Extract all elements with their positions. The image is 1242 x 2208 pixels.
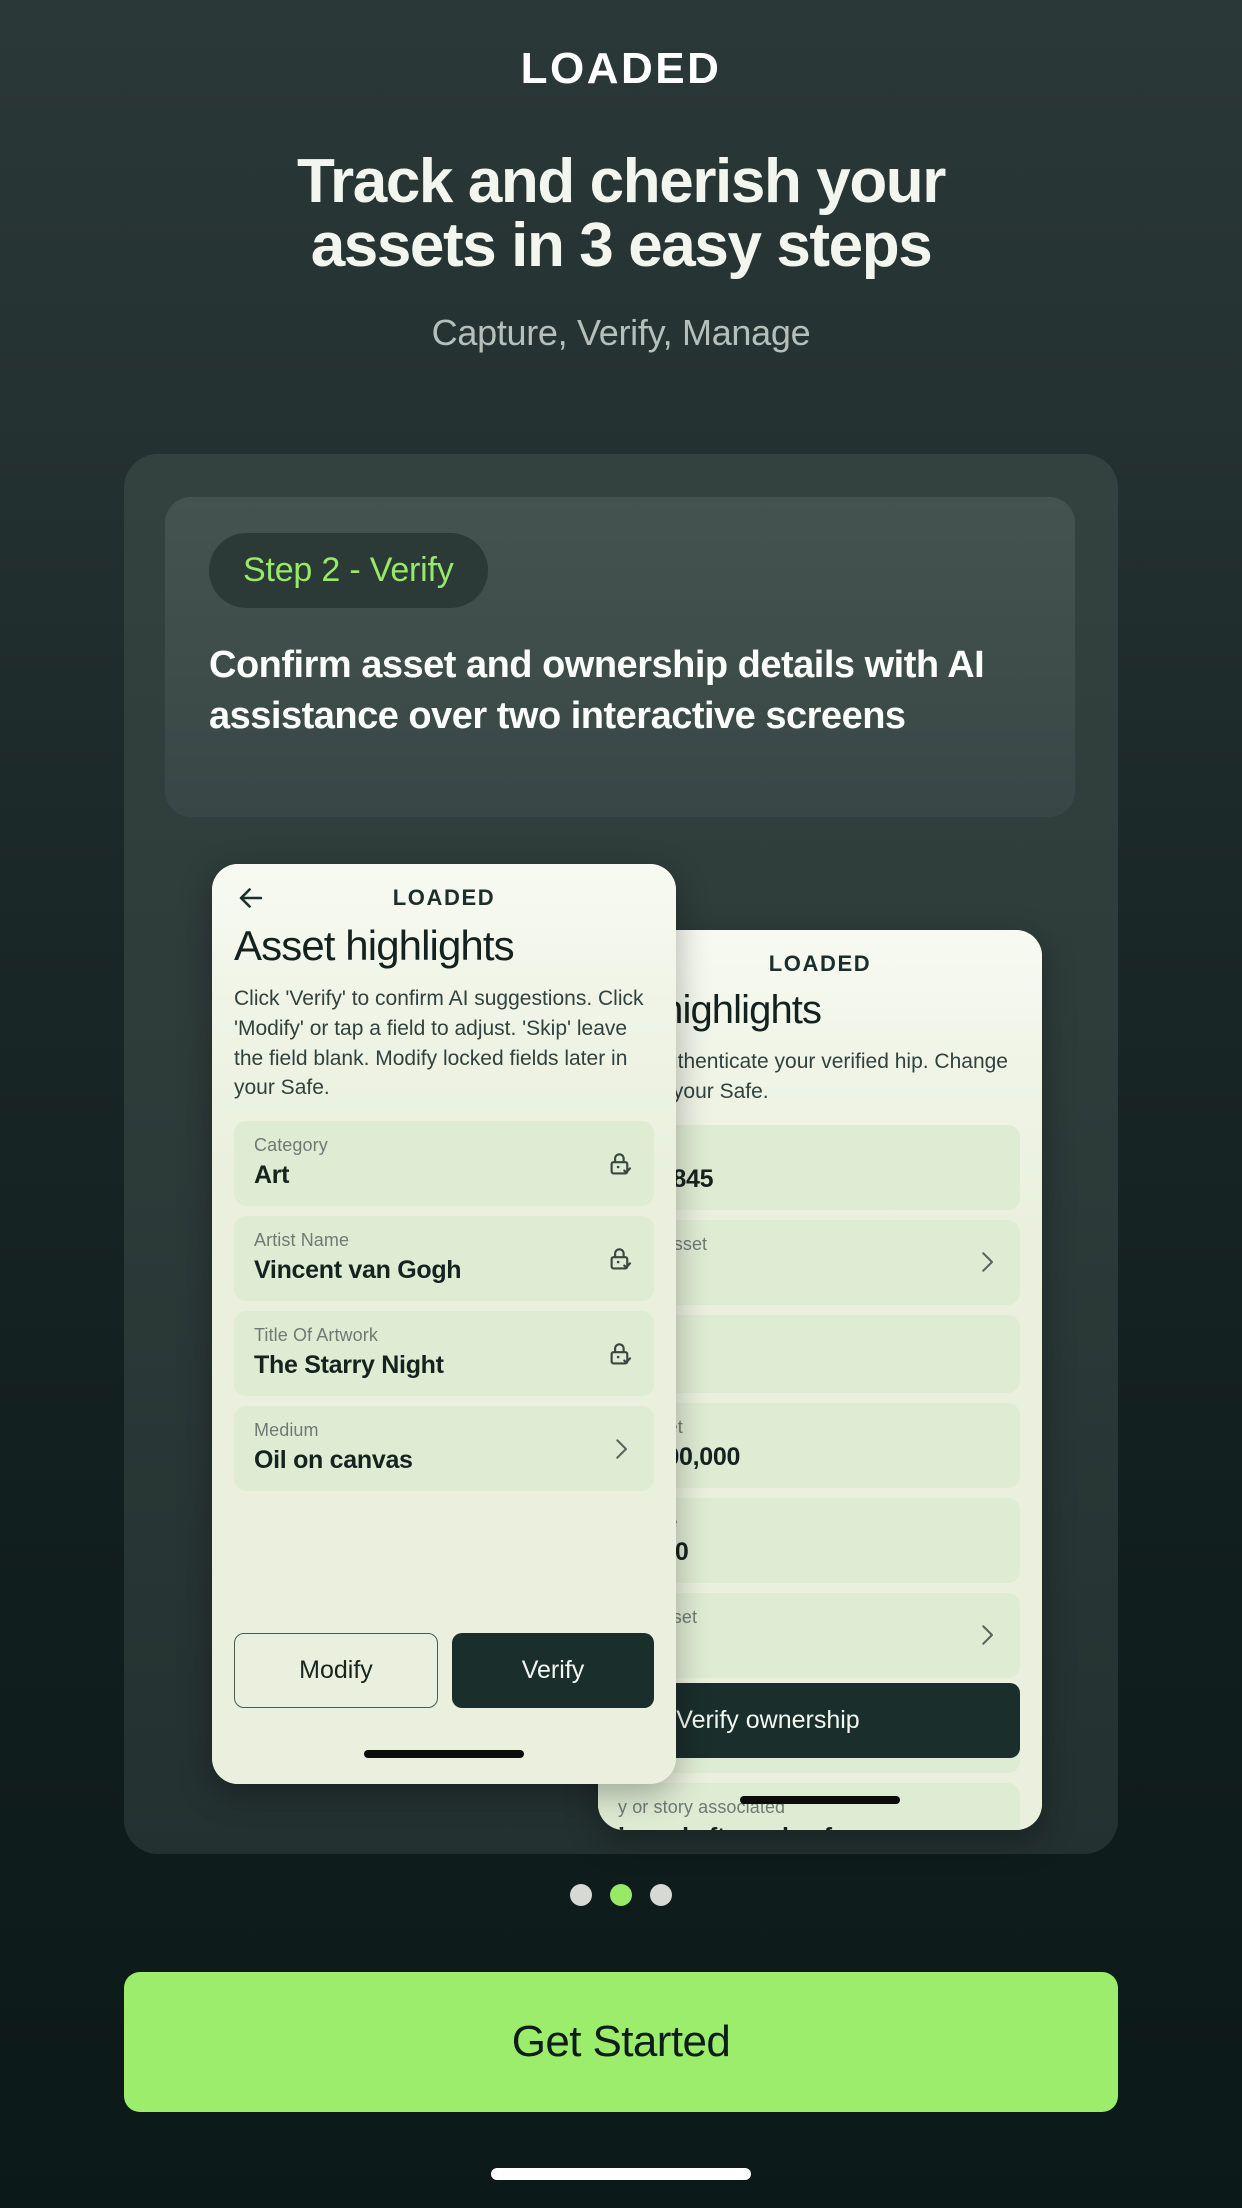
step-badge: Step 2 - Verify: [209, 533, 488, 608]
asset-field-value: Oil on canvas: [254, 1446, 413, 1475]
lock-check-icon: [606, 1149, 636, 1179]
asset-field-label: Artist Name: [254, 1230, 350, 1251]
asset-phone-home-indicator: [364, 1750, 524, 1758]
asset-phone-actions: Modify Verify: [234, 1633, 654, 1708]
chevron-right-icon: [972, 1247, 1002, 1277]
asset-field-label: Category: [254, 1135, 328, 1156]
asset-field-row[interactable]: Title Of Artwork The Starry Night: [234, 1311, 654, 1397]
pagination-dot[interactable]: [610, 1884, 632, 1906]
app-brand-title: LOADED: [520, 44, 722, 93]
verify-button[interactable]: Verify: [452, 1633, 654, 1708]
ownership-field-row[interactable]: y or story associatedhased after sale of…: [598, 1782, 1020, 1830]
asset-phone-title: Asset highlights: [234, 922, 515, 969]
ownership-phone-home-indicator: [740, 1796, 900, 1804]
pagination-dot[interactable]: [650, 1884, 672, 1906]
pagination-dot[interactable]: [570, 1884, 592, 1906]
asset-field-value: Vincent van Gogh: [254, 1256, 462, 1285]
step-card: Step 2 - Verify Confirm asset and owners…: [165, 497, 1075, 817]
asset-field-row[interactable]: Medium Oil on canvas: [234, 1406, 654, 1492]
asset-phone-topbar: LOADED: [212, 864, 676, 916]
modify-button[interactable]: Modify: [234, 1633, 438, 1708]
lock-check-icon: [606, 1244, 636, 1274]
asset-field-row[interactable]: Category Art: [234, 1121, 654, 1207]
asset-field-value: The Starry Night: [254, 1351, 444, 1380]
page-headline: Track and cherish your assets in 3 easy …: [296, 147, 946, 280]
page-subheadline: Capture, Verify, Manage: [431, 311, 811, 353]
asset-field-value: Art: [254, 1161, 290, 1190]
asset-field-label: Title Of Artwork: [254, 1325, 378, 1346]
asset-field-label: Medium: [254, 1420, 319, 1441]
asset-field-list: Category Art Artist Name Vincent van Gogh Ti…: [212, 1103, 676, 1492]
system-home-indicator: [491, 2168, 751, 2180]
pagination-dots: [0, 1884, 1242, 1906]
asset-field-row[interactable]: Artist Name Vincent van Gogh: [234, 1216, 654, 1302]
ownership-field-value: hased after sale of company: [618, 1823, 964, 1830]
step-description: Confirm asset and ownership details with…: [209, 644, 985, 737]
chevron-right-icon: [606, 1434, 636, 1464]
asset-phone-logo: LOADED: [392, 885, 496, 910]
arrow-left-icon[interactable]: [234, 881, 268, 915]
get-started-button[interactable]: Get Started: [124, 1972, 1118, 2112]
chevron-right-icon: [972, 1620, 1002, 1650]
lock-check-icon: [606, 1339, 636, 1369]
ownership-phone-logo: LOADED: [768, 951, 872, 976]
asset-phone-subtitle: Click 'Verify' to confirm AI suggestions…: [234, 987, 644, 1100]
phone-mockup-asset: LOADED Asset highlights Click 'Verify' t…: [212, 864, 676, 1784]
